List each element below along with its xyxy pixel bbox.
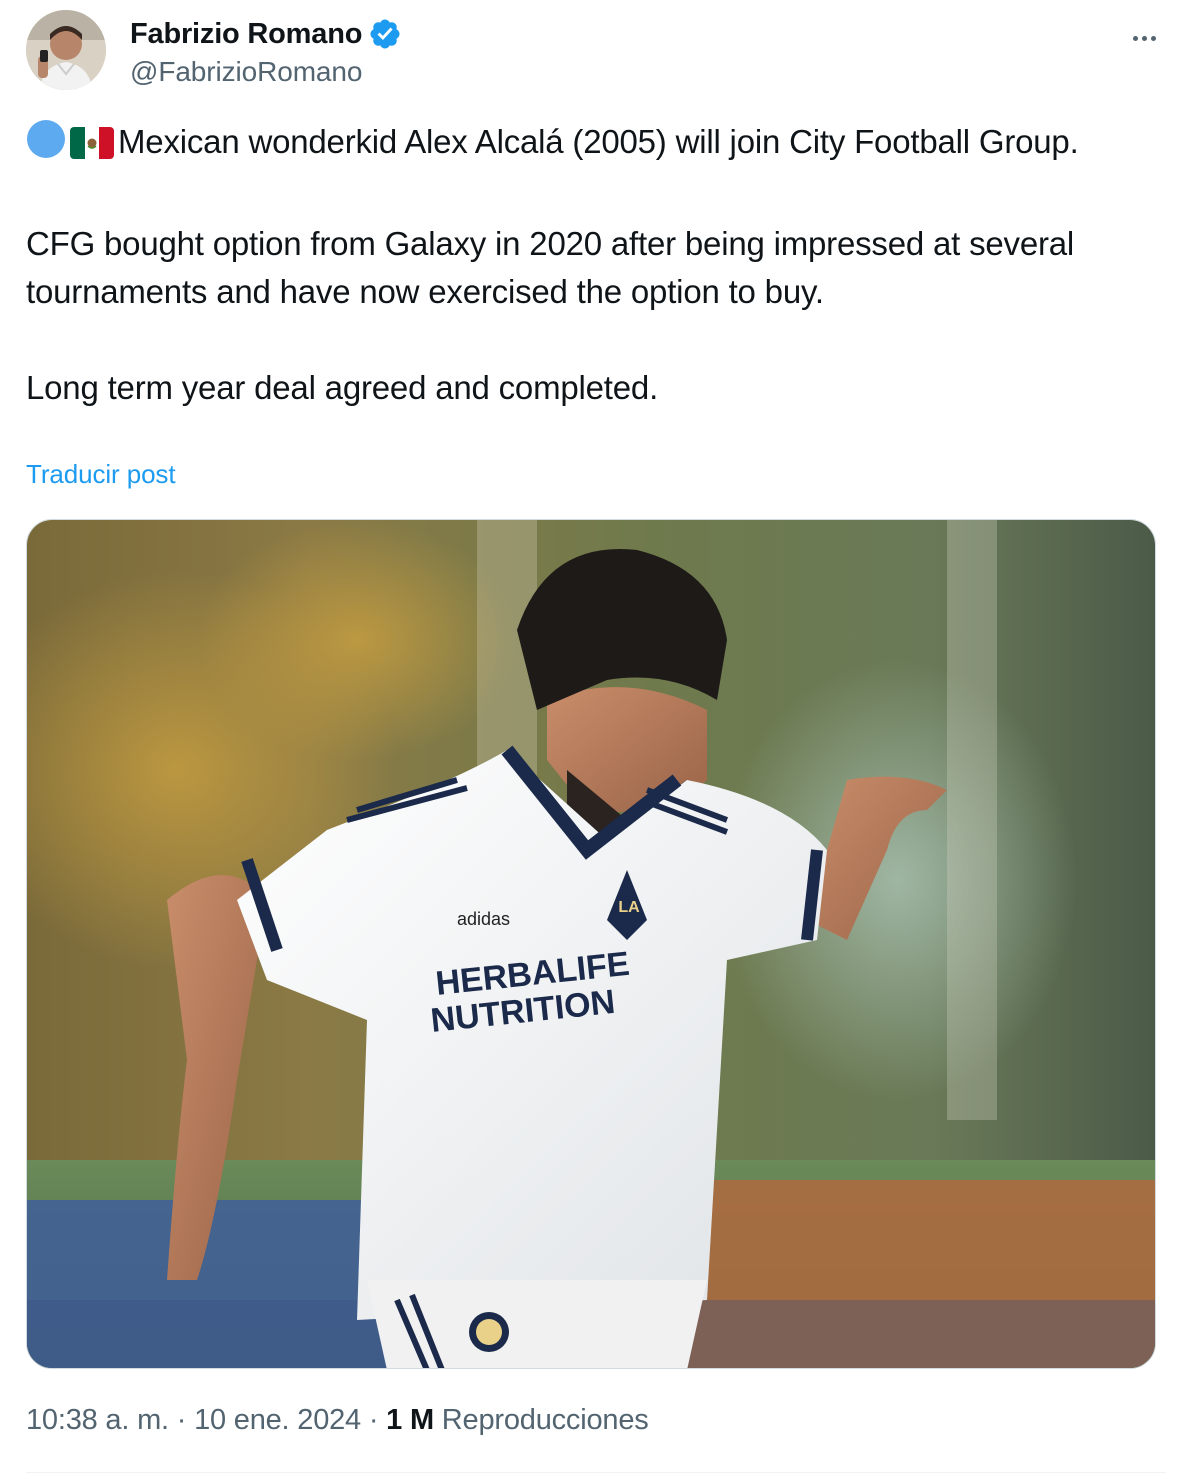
tweet: Fabrizio Romano @FabrizioRomano Mexican … [0, 0, 1192, 1478]
meta-separator-2: · [361, 1404, 387, 1436]
tweet-time[interactable]: 10:38 a. m. [26, 1404, 169, 1436]
handle[interactable]: @FabrizioRomano [130, 56, 402, 88]
more-options-icon[interactable] [1126, 26, 1162, 50]
meta-separator: · [168, 1404, 195, 1436]
photo-of-soccer-player-icon: LA adidas HERBALIFE NUTRITION [27, 520, 1155, 1368]
adidas-label: adidas [457, 909, 510, 929]
tweet-text: Mexican wonderkid Alex Alcalá (2005) wil… [26, 118, 1166, 412]
avatar[interactable] [26, 10, 106, 90]
tweet-paragraph-1: Mexican wonderkid Alex Alcalá (2005) wil… [26, 118, 1166, 172]
display-name[interactable]: Fabrizio Romano [130, 18, 362, 51]
views-count: 1 M [386, 1404, 434, 1436]
views-label: Reproducciones [433, 1404, 649, 1436]
verified-badge-icon [368, 17, 402, 51]
tweet-meta: 10:38 a. m. · 10 ene. 2024 · 1 M Reprodu… [26, 1404, 649, 1437]
tweet-header: Fabrizio Romano @FabrizioRomano [26, 10, 1166, 92]
translate-link[interactable]: Traducir post [26, 459, 176, 490]
la-crest-label: LA [618, 899, 640, 916]
tweet-paragraph-3: Long term year deal agreed and completed… [26, 369, 659, 406]
tweet-photo[interactable]: LA adidas HERBALIFE NUTRITION [26, 519, 1156, 1369]
name-row: Fabrizio Romano [130, 14, 402, 54]
mexico-flag-icon [70, 124, 114, 172]
divider [26, 1472, 1166, 1473]
author-block: Fabrizio Romano @FabrizioRomano [130, 14, 402, 88]
blue-circle-icon [26, 119, 66, 172]
tweet-date[interactable]: 10 ene. 2024 [194, 1404, 361, 1436]
tweet-paragraph-1-text: Mexican wonderkid Alex Alcalá (2005) wil… [118, 123, 1079, 160]
tweet-paragraph-2: CFG bought option from Galaxy in 2020 af… [26, 225, 1075, 310]
